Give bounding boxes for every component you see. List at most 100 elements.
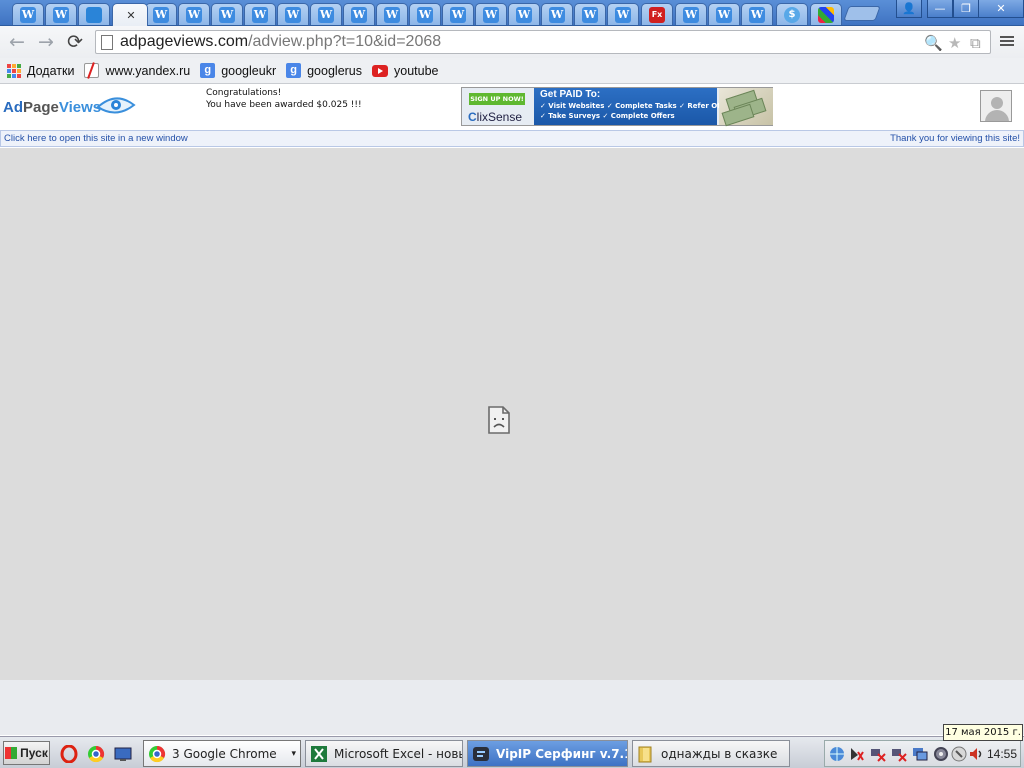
tab[interactable]: W <box>475 3 507 25</box>
folder-icon <box>638 746 652 762</box>
wordpress-favicon-icon: W <box>516 6 532 23</box>
tab[interactable]: W <box>145 3 177 25</box>
bookmark-googlerus[interactable]: g googlerus <box>286 63 362 78</box>
yandex-icon <box>84 63 100 78</box>
tab[interactable]: W <box>442 3 474 25</box>
dollar-favicon-icon: $ <box>784 6 800 23</box>
money-image <box>719 88 773 127</box>
close-window-button[interactable]: ✕ <box>978 0 1024 18</box>
tab[interactable]: W <box>45 3 77 25</box>
reward-message: Congratulations! You have been awarded $… <box>206 87 362 111</box>
chrome-menu-icon[interactable] <box>1000 34 1014 48</box>
taskbar-excel[interactable]: Microsoft Excel - новы... <box>305 740 463 767</box>
tab[interactable]: W <box>741 3 773 25</box>
bookmark-googleukr[interactable]: g googleukr <box>200 63 276 78</box>
tab[interactable]: W <box>574 3 606 25</box>
bookmark-youtube[interactable]: youtube <box>372 63 439 78</box>
monitor-tray-icon[interactable] <box>912 746 928 762</box>
tab[interactable]: W <box>376 3 408 25</box>
page-icon <box>101 35 113 50</box>
user-icon: 👤 <box>902 2 916 15</box>
new-tab-button[interactable] <box>843 6 881 21</box>
forward-button[interactable]: → <box>35 31 57 53</box>
taskbar-folder[interactable]: однажды в сказке <box>632 740 790 767</box>
chrome-icon[interactable] <box>87 745 105 763</box>
clock[interactable]: 14:55 <box>987 747 1017 761</box>
avatar[interactable] <box>980 90 1012 122</box>
back-button[interactable]: ← <box>6 31 28 53</box>
tab[interactable]: W <box>277 3 309 25</box>
wordpress-favicon-icon: W <box>186 6 202 23</box>
tab[interactable]: W <box>310 3 342 25</box>
congrats-title: Congratulations! <box>206 88 282 98</box>
tab[interactable]: W <box>211 3 243 25</box>
youtube-icon <box>372 64 389 77</box>
tab[interactable]: W <box>675 3 707 25</box>
gear-tray-icon[interactable] <box>933 746 949 762</box>
search-icon[interactable]: 🔍 <box>924 34 943 52</box>
clixsense-banner[interactable]: SIGN UP NOW! ClixSense Get PAID To: ✓ Vi… <box>461 87 773 127</box>
browser-toolbar: ← → ⟳ adpageviews.com/adview.php?t=10&id… <box>0 26 1024 58</box>
globe-tray-icon[interactable] <box>829 746 845 762</box>
adpageviews-logo[interactable]: AdPageViews <box>3 93 136 121</box>
app-tray-icon[interactable] <box>849 746 865 762</box>
bookmark-apps[interactable]: Додатки <box>7 63 75 78</box>
adpageviews-favicon-icon <box>86 6 102 23</box>
tab[interactable]: W <box>244 3 276 25</box>
tab[interactable]: W <box>343 3 375 25</box>
show-desktop-icon[interactable] <box>114 745 132 763</box>
google-icon: g <box>200 63 216 78</box>
close-tab-icon[interactable]: ✕ <box>126 9 135 22</box>
address-bar[interactable]: adpageviews.com/adview.php?t=10&id=2068 … <box>95 30 991 54</box>
wordpress-favicon-icon: W <box>53 6 69 23</box>
framed-site-area <box>0 148 1024 680</box>
wordpress-favicon-icon: W <box>417 6 433 23</box>
network-disconnected-icon[interactable] <box>891 746 907 762</box>
taskbar-button-label: однажды в сказке <box>661 746 778 761</box>
tab[interactable] <box>810 3 842 25</box>
tab[interactable]: W <box>409 3 441 25</box>
tab[interactable]: W <box>178 3 210 25</box>
open-in-new-window-link[interactable]: Click here to open this site in a new wi… <box>4 131 188 146</box>
bookmark-label: youtube <box>394 63 439 78</box>
wordpress-favicon-icon: W <box>219 6 235 23</box>
tab-strip: W W ✕ W W W W W W W W W W W W W W W Fx W… <box>0 0 1024 26</box>
bookmark-label: googlerus <box>307 63 363 78</box>
tab[interactable]: $ <box>776 3 808 25</box>
taskbar-button-label: Microsoft Excel - новы... <box>334 746 462 761</box>
antivirus-tray-icon[interactable] <box>951 746 967 762</box>
translate-icon[interactable]: ⧉ <box>970 34 981 52</box>
banner-features-row: ✓ Visit Websites ✓ Complete Tasks ✓ Refe… <box>540 102 738 110</box>
minimize-icon: — <box>934 2 946 15</box>
user-profile-button[interactable]: 👤 <box>896 0 922 18</box>
wordpress-favicon-icon: W <box>483 6 499 23</box>
tab[interactable]: W <box>12 3 44 25</box>
taskbar-vipip[interactable]: VipIP Серфинг v.7.1BB... <box>467 740 628 767</box>
tab[interactable]: W <box>508 3 540 25</box>
banner-title: Get PAID To: <box>540 89 601 100</box>
tab-active[interactable]: ✕ <box>112 3 148 26</box>
tab[interactable] <box>78 3 110 25</box>
bookmark-yandex[interactable]: www.yandex.ru <box>84 63 190 78</box>
thank-you-text: Thank you for viewing this site! <box>890 133 1020 144</box>
network-disconnected-icon[interactable] <box>870 746 886 762</box>
tab[interactable]: W <box>607 3 639 25</box>
tab[interactable]: Fx <box>641 3 673 25</box>
bookmark-star-icon[interactable]: ★ <box>948 34 961 52</box>
volume-icon[interactable] <box>968 746 984 762</box>
bookmark-label: Додатки <box>27 63 75 78</box>
arrow-right-icon: → <box>38 31 54 53</box>
opera-icon[interactable] <box>60 745 78 763</box>
page-bottom-area <box>0 680 1024 735</box>
wordpress-favicon-icon: W <box>20 6 36 23</box>
apps-grid-icon <box>7 63 21 78</box>
minimize-button[interactable]: — <box>927 0 953 18</box>
date-tooltip: 17 мая 2015 г. <box>943 724 1023 741</box>
url-path: /adview.php?t=10&id=2068 <box>248 33 442 50</box>
taskbar-chrome-group[interactable]: 3 Google Chrome ▾ <box>143 740 301 767</box>
tab[interactable]: W <box>708 3 740 25</box>
reload-button[interactable]: ⟳ <box>64 31 86 53</box>
restore-button[interactable]: ❐ <box>953 0 979 18</box>
tab[interactable]: W <box>541 3 573 25</box>
start-button[interactable]: Пуск <box>3 741 50 765</box>
